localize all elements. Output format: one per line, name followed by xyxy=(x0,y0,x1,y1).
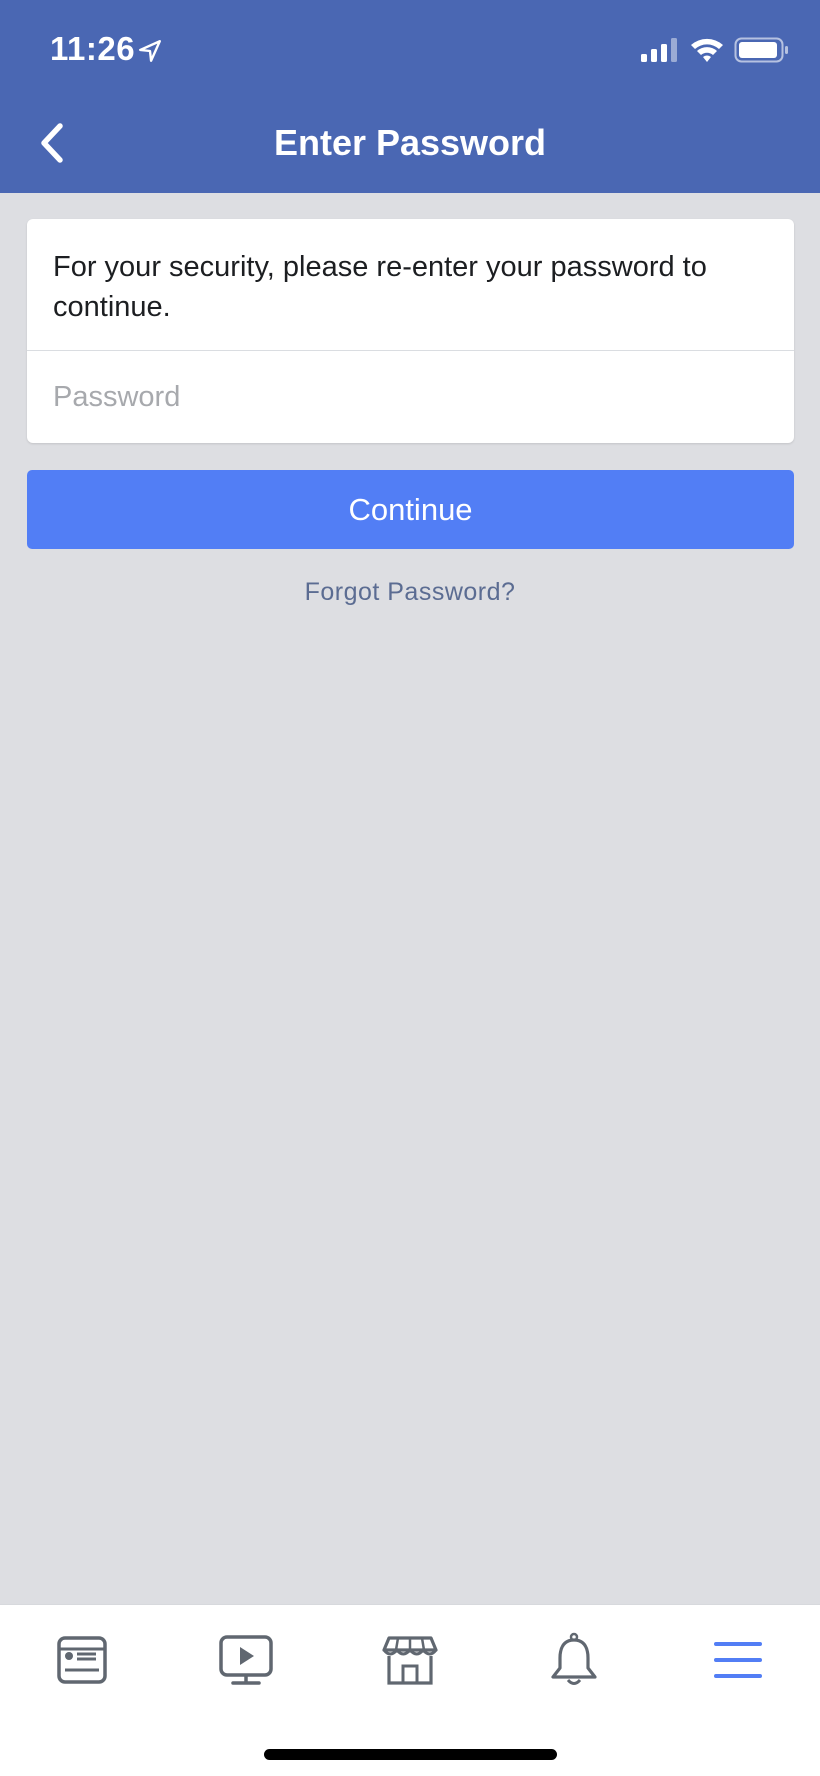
tab-bar xyxy=(0,1604,820,1776)
continue-button[interactable]: Continue xyxy=(27,470,794,549)
notifications-bell-icon xyxy=(551,1632,597,1685)
forgot-password-link[interactable]: Forgot Password? xyxy=(0,578,820,607)
tab-watch[interactable] xyxy=(206,1625,286,1695)
screen: 11:26 Enter Password For your security, … xyxy=(0,0,820,1776)
news-feed-icon xyxy=(57,1636,107,1684)
menu-icon xyxy=(714,1642,762,1678)
page-title: Enter Password xyxy=(273,122,547,163)
tab-marketplace[interactable] xyxy=(370,1625,450,1695)
home-indicator[interactable] xyxy=(264,1749,557,1760)
status-time: 11:26 xyxy=(50,30,136,67)
cellular-signal-icon xyxy=(641,38,677,62)
header: 11:26 Enter Password xyxy=(0,0,820,193)
watch-video-icon xyxy=(219,1635,273,1685)
wifi-icon xyxy=(691,38,723,62)
password-input[interactable] xyxy=(27,351,794,443)
security-message: For your security, please re-enter your … xyxy=(53,251,707,323)
tab-menu[interactable] xyxy=(698,1625,778,1695)
password-card: For your security, please re-enter your … xyxy=(27,219,794,443)
marketplace-icon xyxy=(382,1636,438,1685)
tab-news-feed[interactable] xyxy=(42,1625,122,1695)
tab-notifications[interactable] xyxy=(534,1625,614,1695)
location-arrow-icon xyxy=(139,40,161,62)
battery-icon xyxy=(734,37,788,63)
